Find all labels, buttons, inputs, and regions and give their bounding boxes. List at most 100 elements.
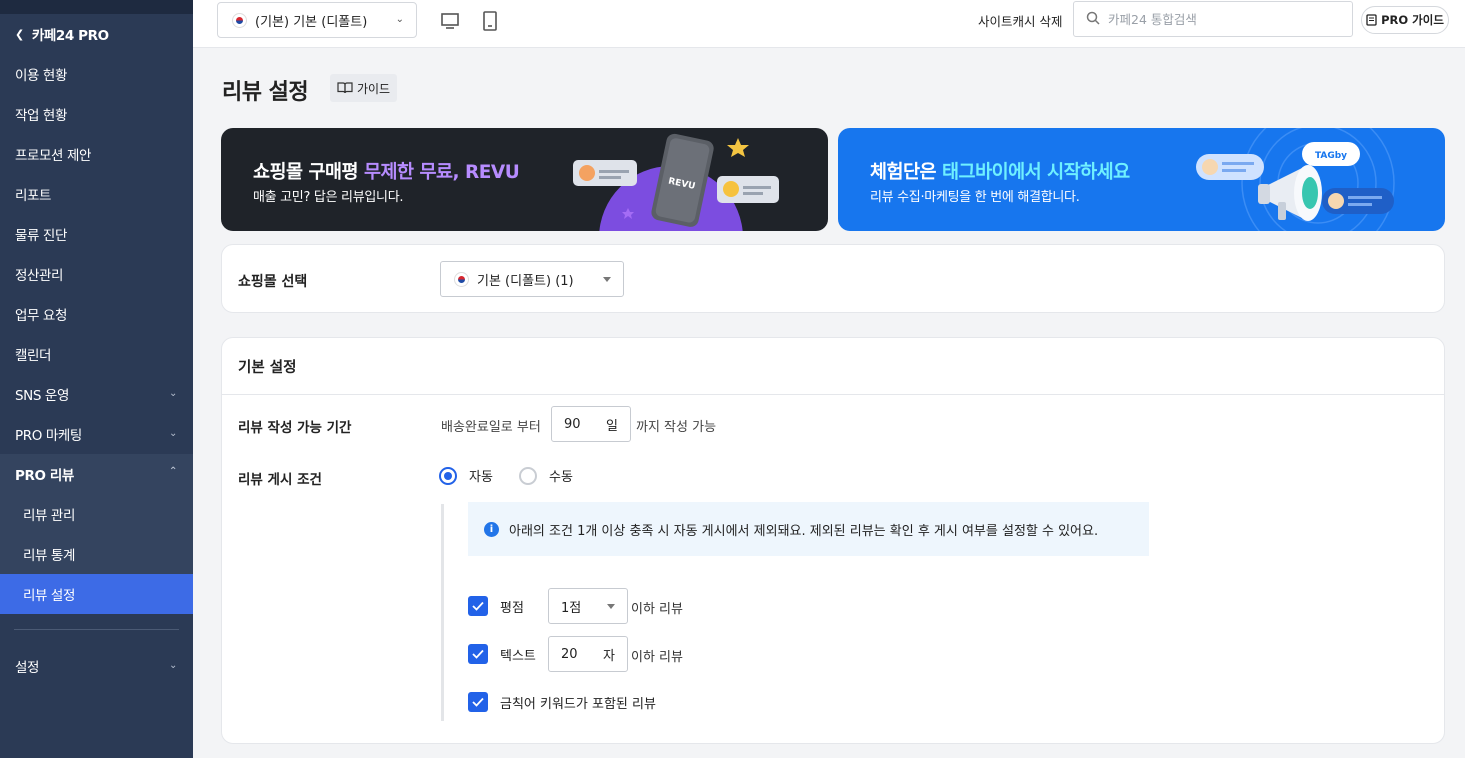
mall-selector[interactable]: (기본) 기본 (디폴트) ⌄ xyxy=(217,2,417,38)
condition-indent-bar xyxy=(441,504,444,721)
text-suffix: 이하 리뷰 xyxy=(631,650,683,665)
sidebar: ❮ 카페24 PRO 이용 현황 작업 현황 프로모션 제안 리포트 물류 진단… xyxy=(0,0,193,758)
sidebar-item-label: 리뷰 통계 xyxy=(23,548,75,564)
sidebar-item-review-settings[interactable]: 리뷰 설정 xyxy=(0,574,193,614)
mall-select-label: 쇼핑몰 선택 xyxy=(238,274,308,290)
checkbox-checked-icon[interactable] xyxy=(468,596,488,616)
search-icon xyxy=(1086,10,1100,29)
search-box xyxy=(1073,1,1353,37)
search-input[interactable] xyxy=(1108,11,1328,27)
radio-checked-icon xyxy=(439,466,457,485)
info-icon: i xyxy=(484,521,499,537)
checkbox-checked-icon[interactable] xyxy=(468,644,488,664)
rating-select[interactable]: 1점 xyxy=(548,588,628,624)
book-icon xyxy=(337,82,353,94)
banner-title-text: 쇼핑몰 구매평 xyxy=(253,162,365,183)
sidebar-item-label: 리뷰 관리 xyxy=(23,508,75,524)
radio-auto-label: 자동 xyxy=(469,470,493,485)
sidebar-item-label: 작업 현황 xyxy=(15,108,67,124)
sidebar-item-label: SNS 운영 xyxy=(15,388,69,404)
mobile-view-icon[interactable] xyxy=(479,10,501,32)
rating-suffix: 이하 리뷰 xyxy=(631,602,683,617)
sidebar-group-pro-review[interactable]: PRO 리뷰 ⌃ xyxy=(0,454,193,494)
tagby-banner-title: 체험단은 태그바이에서 시작하세요 xyxy=(870,158,1130,184)
megaphone-illustration: TAGby xyxy=(1196,128,1395,231)
checkbox-checked-icon[interactable] xyxy=(468,692,488,712)
sidebar-group-label: PRO 리뷰 xyxy=(15,468,74,484)
sidebar-item-sns[interactable]: SNS 운영 ⌄ xyxy=(0,374,193,414)
mall-select-dropdown[interactable]: 기본 (디폴트) (1) xyxy=(440,261,624,297)
sidebar-back-label: 카페24 PRO xyxy=(31,28,109,44)
caret-down-icon xyxy=(603,277,611,282)
sidebar-item-label: PRO 마케팅 xyxy=(15,428,82,444)
basic-settings-title: 기본 설정 xyxy=(222,338,1444,395)
sidebar-item-label: 물류 진단 xyxy=(15,228,67,244)
mall-selector-value: (기본) 기본 (디폴트) xyxy=(255,14,368,30)
revu-banner[interactable]: 쇼핑몰 구매평 무제한 무료, REVU 매출 고민? 답은 리뷰입니다. RE… xyxy=(221,128,828,231)
pro-guide-button[interactable]: PRO 가이드 xyxy=(1361,6,1449,34)
mall-select-card: 쇼핑몰 선택 기본 (디폴트) (1) xyxy=(221,244,1445,313)
radio-unchecked-icon xyxy=(519,466,537,485)
review-period-input[interactable]: 90 일 xyxy=(551,406,631,442)
text-length-value: 20 xyxy=(561,646,578,662)
chevron-down-icon: ⌄ xyxy=(169,660,177,671)
review-period-unit: 일 xyxy=(606,418,618,434)
sidebar-item-review-manage[interactable]: 리뷰 관리 xyxy=(0,494,193,534)
tagby-banner[interactable]: 체험단은 태그바이에서 시작하세요 리뷰 수집·마케팅을 한 번에 해결합니다.… xyxy=(838,128,1445,231)
site-cache-delete-link[interactable]: 사이트캐시 삭제 xyxy=(978,11,1062,30)
sidebar-item-request[interactable]: 업무 요청 xyxy=(0,294,193,334)
banner-title-highlight: 태그바이에서 시작하세요 xyxy=(942,162,1130,183)
sidebar-item-label: 캘린더 xyxy=(15,348,52,364)
korea-flag-icon xyxy=(454,271,469,287)
revu-banner-subtitle: 매출 고민? 답은 리뷰입니다. xyxy=(253,190,404,205)
chevron-down-icon: ⌄ xyxy=(169,388,177,399)
condition-rating-label: 평점 xyxy=(500,600,524,616)
sidebar-item-promotion[interactable]: 프로모션 제안 xyxy=(0,134,193,174)
sidebar-divider xyxy=(14,629,179,630)
sidebar-item-usage[interactable]: 이용 현황 xyxy=(0,54,193,94)
sidebar-back-cafe24-pro[interactable]: ❮ 카페24 PRO xyxy=(0,14,193,54)
chevron-left-icon: ❮ xyxy=(15,27,24,41)
condition-text-label: 텍스트 xyxy=(500,648,536,664)
sidebar-item-settings[interactable]: 설정 ⌄ xyxy=(0,646,193,686)
sidebar-item-work-status[interactable]: 작업 현황 xyxy=(0,94,193,134)
banner-title-highlight: 무제한 무료, REVU xyxy=(364,162,520,183)
review-period-label: 리뷰 작성 가능 기간 xyxy=(238,420,352,436)
document-icon xyxy=(1366,14,1377,26)
sidebar-item-calendar[interactable]: 캘린더 xyxy=(0,334,193,374)
sidebar-item-review-stats[interactable]: 리뷰 통계 xyxy=(0,534,193,574)
guide-button[interactable]: 가이드 xyxy=(330,74,397,102)
revu-phone-illustration: REVU xyxy=(573,133,779,231)
condition-keyword[interactable]: 금칙어 키워드가 포함된 리뷰 xyxy=(468,692,656,712)
tagby-badge-text: TAGby xyxy=(1315,151,1347,161)
review-period-prefix: 배송완료일로 부터 xyxy=(441,420,541,435)
basic-settings-card: 기본 설정 리뷰 작성 가능 기간 배송완료일로 부터 90 일 까지 작성 가… xyxy=(221,337,1445,744)
radio-manual[interactable]: 수동 xyxy=(519,466,573,485)
page-title: 리뷰 설정 xyxy=(222,80,309,105)
korea-flag-icon xyxy=(232,12,247,28)
text-length-input[interactable]: 20 자 xyxy=(548,636,628,672)
pro-guide-label: PRO 가이드 xyxy=(1381,13,1444,27)
sidebar-item-label: 정산관리 xyxy=(15,268,64,284)
sidebar-item-label: 프로모션 제안 xyxy=(15,148,92,164)
review-period-value: 90 xyxy=(564,416,581,432)
sidebar-item-label: 업무 요청 xyxy=(15,308,67,324)
radio-auto[interactable]: 자동 xyxy=(439,466,493,485)
condition-rating[interactable]: 평점 xyxy=(468,596,524,616)
sidebar-item-settlement[interactable]: 정산관리 xyxy=(0,254,193,294)
tagby-banner-subtitle: 리뷰 수집·마케팅을 한 번에 해결합니다. xyxy=(870,190,1080,205)
sidebar-item-logistics[interactable]: 물류 진단 xyxy=(0,214,193,254)
condition-text[interactable]: 텍스트 xyxy=(468,644,536,664)
info-notice: i 아래의 조건 1개 이상 충족 시 자동 게시에서 제외돼요. 제외된 리뷰… xyxy=(468,502,1149,556)
desktop-view-icon[interactable] xyxy=(439,10,461,32)
text-length-unit: 자 xyxy=(603,648,615,664)
banner-title-text: 체험단은 xyxy=(870,162,943,183)
sidebar-item-report[interactable]: 리포트 xyxy=(0,174,193,214)
info-notice-text: 아래의 조건 1개 이상 충족 시 자동 게시에서 제외돼요. 제외된 리뷰는 … xyxy=(509,523,1099,539)
radio-manual-label: 수동 xyxy=(549,470,573,485)
review-period-suffix: 까지 작성 가능 xyxy=(636,420,717,435)
guide-button-label: 가이드 xyxy=(356,81,391,96)
post-condition-label: 리뷰 게시 조건 xyxy=(238,472,322,488)
sidebar-item-pro-marketing[interactable]: PRO 마케팅 ⌄ xyxy=(0,414,193,454)
rating-select-value: 1점 xyxy=(561,600,582,616)
